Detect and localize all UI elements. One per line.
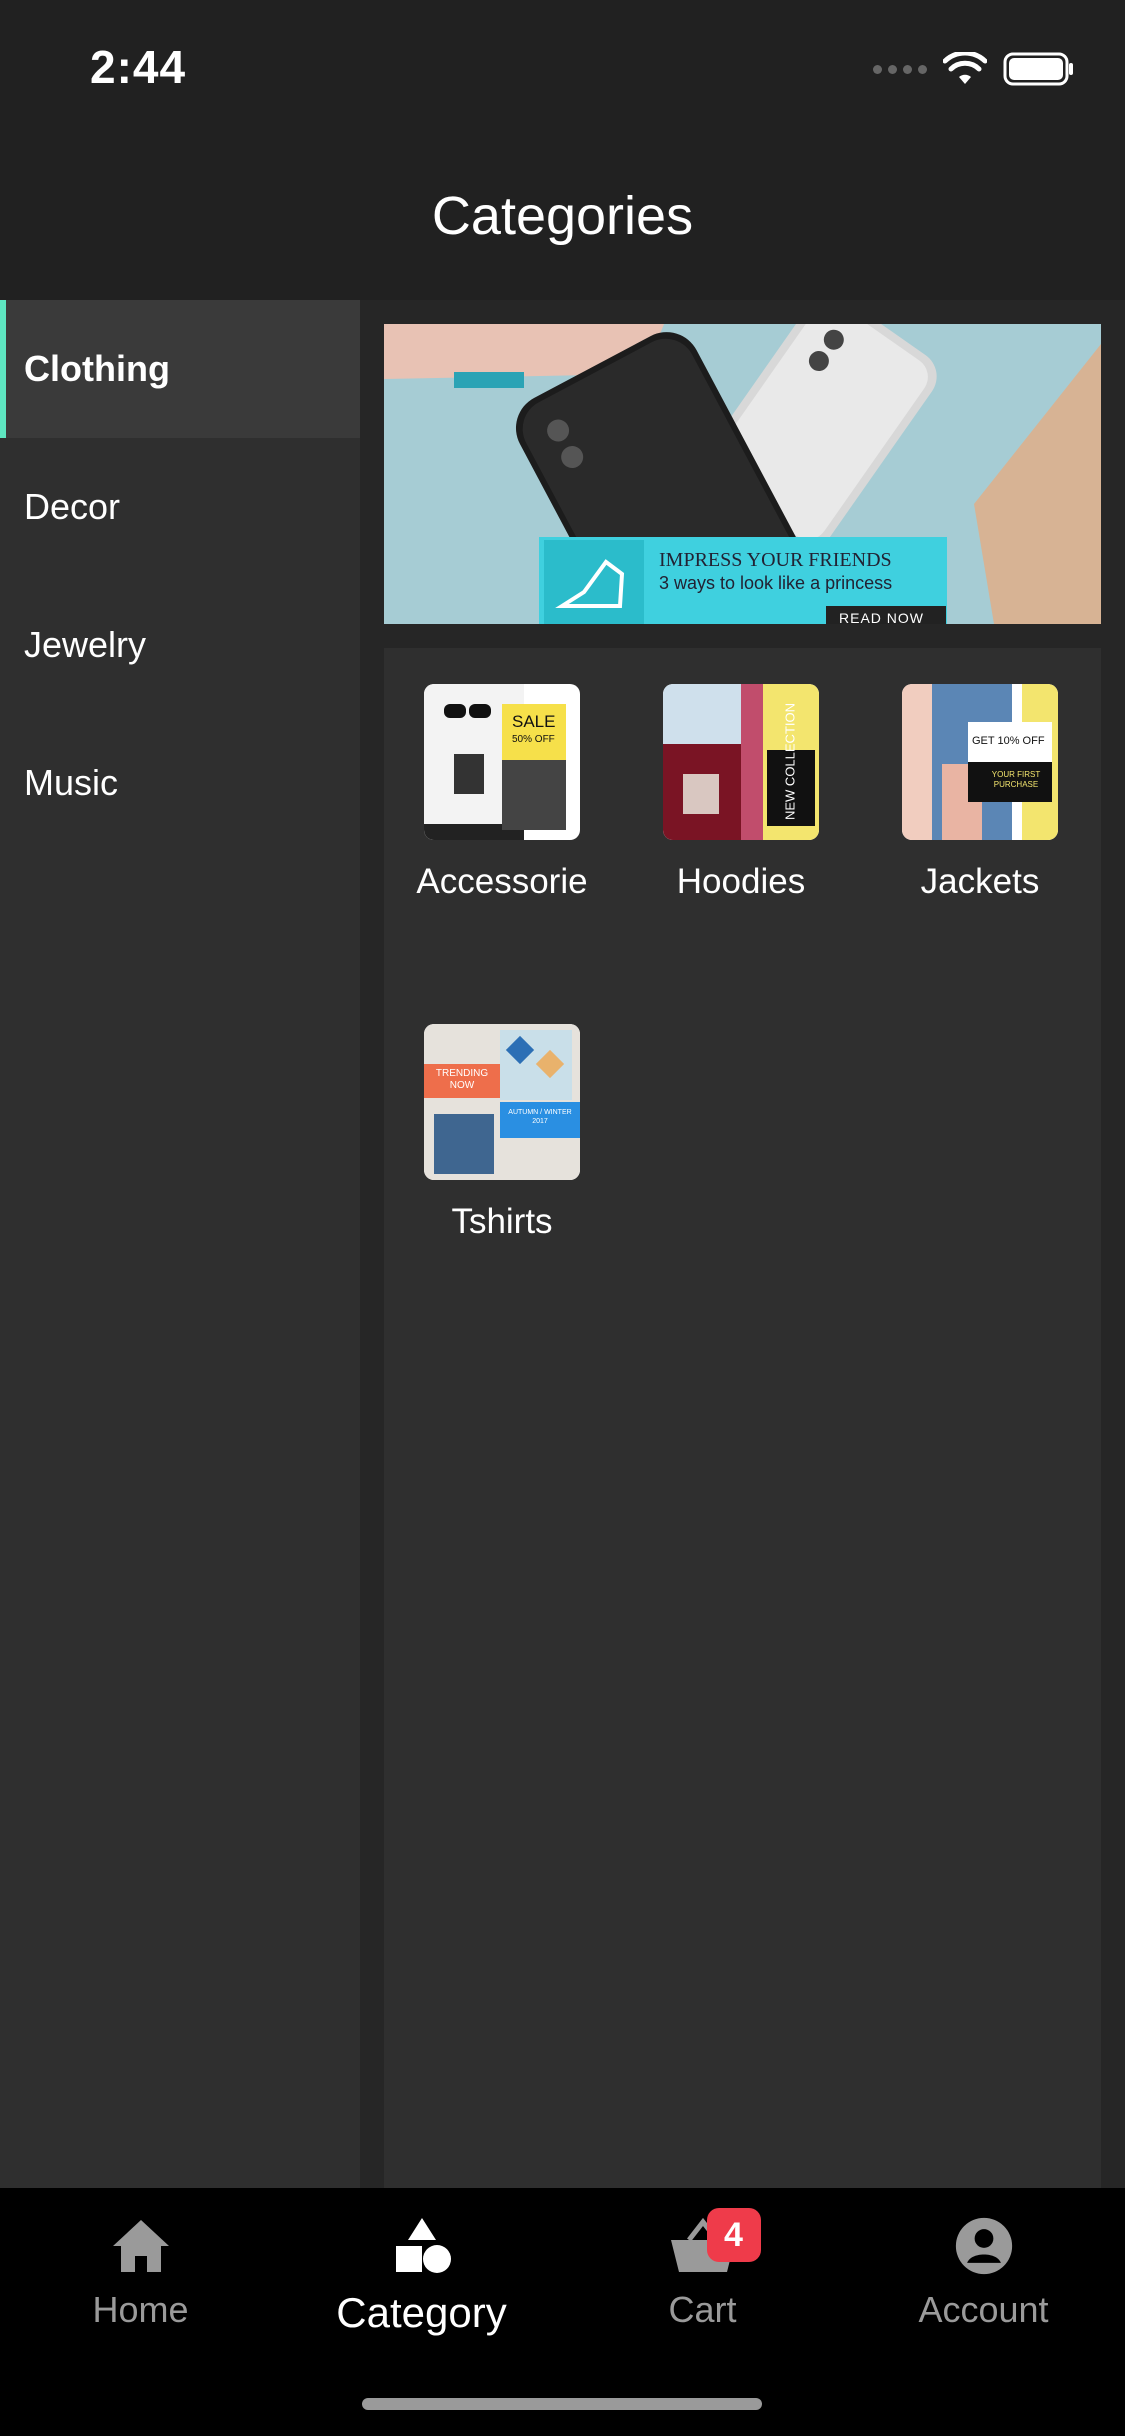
hoodies-thumbnail: NEW COLLECTION [663, 684, 819, 840]
promo-banner[interactable]: IMPRESS YOUR FRIENDS 3 ways to look like… [384, 324, 1101, 624]
home-icon [112, 2220, 169, 2272]
sidebar-item-jewelry[interactable]: Jewelry [0, 576, 360, 714]
signal-icon [873, 64, 927, 74]
category-label: Jackets [920, 862, 1040, 901]
tshirts-thumbnail: TRENDING NOW AUTUMN / WINTER 2017 [424, 1024, 580, 1180]
banner-read-now-button[interactable]: READ NOW [839, 610, 924, 624]
cart-badge: 4 [706, 2208, 761, 2262]
battery-icon [1003, 52, 1073, 86]
category-tile-hoodies[interactable]: NEW COLLECTION Hoodies [641, 684, 841, 902]
sidebar-item-decor[interactable]: Decor [0, 438, 360, 576]
category-sidebar: Clothing Decor Jewelry Music [0, 300, 360, 2188]
tab-cart-label: Cart [668, 2289, 737, 2330]
jackets-thumb-text: GET 10% OFF [972, 735, 1045, 747]
accessorie-thumb-sub: 50% OFF [512, 734, 555, 745]
banner-headline: IMPRESS YOUR FRIENDS [659, 549, 892, 571]
hoodies-thumb-text: NEW COLLECTION [782, 703, 798, 821]
jackets-thumb-sub: YOUR FIRST PURCHASE [991, 770, 1041, 789]
category-label: Hoodies [676, 862, 806, 901]
sidebar-item-clothing[interactable]: Clothing [0, 300, 360, 438]
accessorie-thumbnail: SALE 50% OFF [424, 684, 580, 840]
category-tile-tshirts[interactable]: TRENDING NOW AUTUMN / WINTER 2017 Tshirt… [402, 1024, 602, 1242]
tab-cart[interactable]: 4 Cart [562, 2208, 843, 2331]
tab-home[interactable]: Home [0, 2216, 281, 2331]
category-icon [395, 2218, 451, 2273]
account-icon [955, 2217, 1012, 2275]
home-indicator[interactable] [362, 2398, 762, 2410]
sidebar-item-music[interactable]: Music [0, 714, 360, 852]
wifi-icon [943, 52, 987, 84]
category-tile-jackets[interactable]: GET 10% OFF YOUR FIRST PURCHASE Jackets [880, 684, 1080, 902]
banner-subline: 3 ways to look like a princess [659, 573, 893, 593]
category-label: Tshirts [451, 1202, 553, 1241]
accessorie-thumb-text: SALE [512, 712, 556, 731]
status-bar: 2:44 [0, 0, 1125, 130]
status-time: 2:44 [90, 41, 187, 93]
page-title: Categories [431, 186, 694, 246]
category-grid: SALE 50% OFF Accessorie NEW COLLECTION H… [384, 648, 1101, 2188]
status-icons [873, 52, 1075, 86]
jackets-thumbnail: GET 10% OFF YOUR FIRST PURCHASE [902, 684, 1058, 840]
navigation-bar: Categories [0, 130, 1125, 300]
tab-account-label: Account [918, 2289, 1049, 2330]
tshirts-thumb-sub: AUTUMN / WINTER 2017 [508, 1109, 572, 1125]
tshirts-thumb-text: TRENDING NOW [435, 1068, 489, 1091]
tab-account[interactable]: Account [843, 2216, 1124, 2331]
category-tile-accessorie[interactable]: SALE 50% OFF Accessorie [402, 684, 602, 902]
tab-category-label: Category [336, 2289, 507, 2336]
category-label: Accessorie [416, 862, 588, 901]
tab-bar: Home Category 4 Cart Account [0, 2188, 1125, 2436]
category-content: IMPRESS YOUR FRIENDS 3 ways to look like… [360, 300, 1125, 2188]
tab-home-label: Home [92, 2289, 189, 2330]
tab-category[interactable]: Category [281, 2216, 562, 2337]
